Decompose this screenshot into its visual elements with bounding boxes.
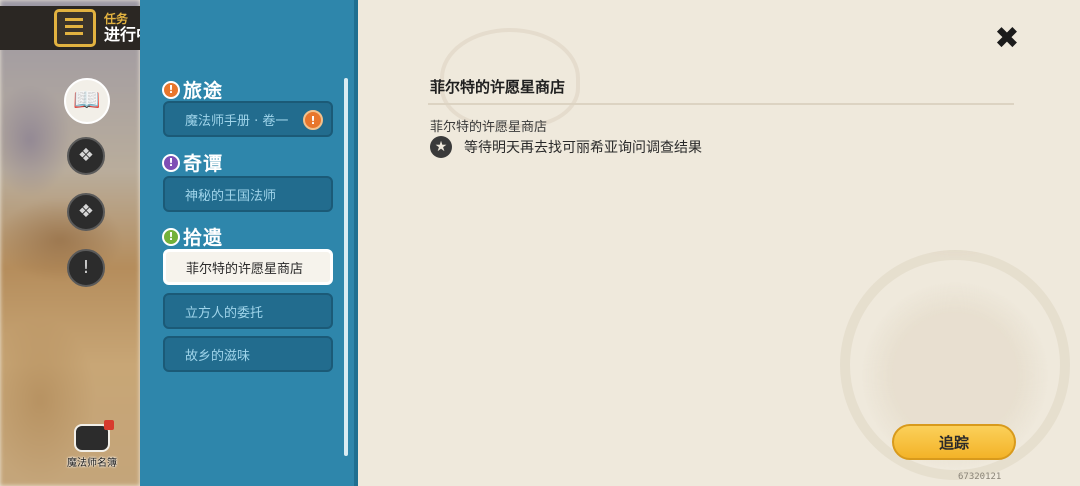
quest-alert-icon: ! — [303, 110, 323, 130]
quest-item-royal-mage[interactable]: 神秘的王国法师 — [163, 176, 333, 212]
star-icon: ★ — [430, 136, 452, 158]
section-badge-icon: ! — [162, 80, 180, 99]
quest-scroll-icon — [54, 9, 96, 47]
build-version: 67320121 — [958, 472, 1002, 482]
detail-subtitle: 菲尔特的许愿星商店 — [430, 120, 548, 135]
section-journey[interactable]: ! 旅途 — [162, 76, 223, 103]
section-badge-icon: ! — [162, 153, 180, 172]
scene-backdrop — [0, 0, 140, 486]
book-icon: 📖 — [73, 88, 101, 113]
quest-list-scrollbar[interactable] — [344, 78, 348, 456]
wizard-roster-button[interactable]: 魔法师名簿 — [66, 420, 118, 469]
track-button[interactable]: 追踪 — [892, 424, 1016, 460]
compass-icon: ❖ — [77, 201, 95, 222]
wizard-roster-label: 魔法师名簿 — [67, 458, 117, 469]
section-gleanings[interactable]: ! 拾遗 — [162, 223, 223, 250]
compass-icon: ❖ — [77, 145, 95, 166]
section-title: 旅途 — [183, 80, 224, 102]
quest-item-cube-request[interactable]: 立方人的委托 — [163, 293, 333, 329]
section-title: 拾遗 — [183, 227, 224, 249]
wizard-card-icon — [74, 420, 114, 452]
quest-item-label: 菲尔特的许愿星商店 — [186, 261, 304, 277]
detail-divider — [428, 103, 1014, 105]
detail-title: 菲尔特的许愿星商店 — [430, 78, 566, 96]
category-compass-button-2[interactable]: ❖ — [67, 193, 105, 231]
section-badge-icon: ! — [162, 227, 180, 246]
close-button[interactable]: ✖ — [992, 24, 1022, 54]
quest-item-taste-of-home[interactable]: 故乡的滋味 — [163, 336, 333, 372]
category-compass-button[interactable]: ❖ — [67, 137, 105, 175]
section-title: 奇谭 — [183, 153, 224, 175]
quest-item-label: 立方人的委托 — [185, 305, 264, 321]
quest-item-label: 魔法师手册 · 卷一 — [185, 113, 289, 129]
exclamation-icon: ! — [82, 257, 90, 278]
notification-dot — [104, 420, 114, 430]
quest-item-label: 神秘的王国法师 — [185, 188, 277, 204]
quest-item-wizard-handbook[interactable]: 魔法师手册 · 卷一 ! — [163, 101, 333, 137]
task-objective-text: 等待明天再去找可丽希亚询问调查结果 — [464, 140, 702, 156]
quest-item-label: 故乡的滋味 — [185, 348, 251, 364]
task-objective: ★ 等待明天再去找可丽希亚询问调查结果 — [430, 136, 702, 158]
quest-item-wishing-star-shop[interactable]: 菲尔特的许愿星商店 — [163, 249, 333, 285]
category-book-button[interactable]: 📖 — [64, 78, 110, 124]
section-legends[interactable]: ! 奇谭 — [162, 149, 223, 176]
category-exclamation-button[interactable]: ! — [67, 249, 105, 287]
